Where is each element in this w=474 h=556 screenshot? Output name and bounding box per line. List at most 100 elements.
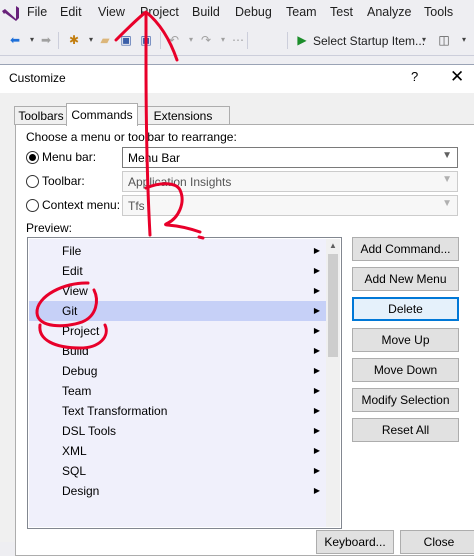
preview-item-view[interactable]: View ▶ (29, 281, 326, 301)
preview-item-edit[interactable]: Edit ▶ (29, 261, 326, 281)
preview-label: Preview: (26, 221, 73, 235)
menu-file[interactable]: File (27, 5, 47, 19)
dropdown-icon[interactable]: ▾ (456, 32, 472, 48)
menu-bar-combo[interactable]: Menu Bar ▼ (122, 147, 458, 168)
submenu-arrow-icon: ▶ (313, 486, 320, 495)
preview-item-file[interactable]: File ▶ (29, 241, 326, 261)
preview-item-sql[interactable]: SQL ▶ (29, 461, 326, 481)
scroll-up-icon[interactable]: ▲ (326, 239, 340, 253)
menu-bar-label: Menu bar: (42, 150, 97, 164)
menu-item-label: Text Transformation (62, 404, 168, 418)
dropdown-icon[interactable]: ▾ (215, 32, 231, 48)
chevron-down-icon: ▼ (442, 198, 452, 209)
preview-item-dsl-tools[interactable]: DSL Tools ▶ (29, 421, 326, 441)
preview-item-design[interactable]: Design ▶ (29, 481, 326, 501)
submenu-arrow-icon: ▶ (313, 366, 320, 375)
modify-selection-button[interactable]: Modify Selection (352, 388, 459, 412)
toolbar-separator (58, 32, 59, 49)
toolbar-separator (247, 32, 248, 49)
save-all-icon[interactable]: ▣ (138, 32, 154, 48)
preview-item-build[interactable]: Build ▶ (29, 341, 326, 361)
vs-toolbar: ⬅ ▾ ➡ ✱ ▾ ▰ ▣ ▣ ↶ ▾ ↷ ▾ ⋯ ▶ Select Start… (0, 27, 474, 56)
toolbar-value: Application Insights (128, 175, 232, 189)
menu-item-label: Design (62, 484, 100, 498)
submenu-arrow-icon: ▶ (313, 286, 320, 295)
preview-item-debug[interactable]: Debug ▶ (29, 361, 326, 381)
redo-icon[interactable]: ↷ (198, 32, 214, 48)
move-up-button[interactable]: Move Up (352, 328, 459, 352)
menu-item-label: Team (62, 384, 92, 398)
chevron-down-icon: ▼ (442, 174, 452, 185)
menu-build[interactable]: Build (192, 5, 220, 19)
submenu-arrow-icon: ▶ (313, 446, 320, 455)
tab-toolbars[interactable]: Toolbars (14, 106, 68, 125)
preview-item-team[interactable]: Team ▶ (29, 381, 326, 401)
toolbar-separator (160, 32, 161, 49)
menu-item-label: Build (62, 344, 89, 358)
preview-item-project[interactable]: Project ▶ (29, 321, 326, 341)
forward-arrow-icon[interactable]: ➡ (38, 32, 54, 48)
submenu-arrow-icon: ▶ (313, 346, 320, 355)
context-menu-value: Tfs (128, 199, 145, 213)
dropdown-icon[interactable]: ▾ (183, 32, 199, 48)
close-button[interactable]: Close (400, 530, 474, 554)
menu-bar-radio[interactable] (26, 151, 39, 164)
menu-bar-value: Menu Bar (128, 151, 181, 165)
submenu-arrow-icon: ▶ (313, 426, 320, 435)
visual-studio-logo-icon (2, 6, 19, 21)
toolbar-radio[interactable] (26, 175, 39, 188)
preview-item-xml[interactable]: XML ▶ (29, 441, 326, 461)
submenu-arrow-icon: ▶ (313, 266, 320, 275)
menu-edit[interactable]: Edit (60, 5, 82, 19)
delete-button[interactable]: Delete (352, 297, 459, 321)
new-project-icon[interactable]: ✱ (66, 32, 82, 48)
choose-label: Choose a menu or toolbar to rearrange: (26, 130, 237, 144)
tab-commands[interactable]: Commands (66, 103, 138, 126)
menu-item-label: Debug (62, 364, 98, 378)
toolbar-tool-icon[interactable]: ◫ (436, 32, 452, 48)
menu-view[interactable]: View (98, 5, 125, 19)
menu-team[interactable]: Team (286, 5, 317, 19)
menu-project[interactable]: Project (140, 5, 179, 19)
menu-debug[interactable]: Debug (235, 5, 272, 19)
preview-menu: File ▶ Edit ▶ View ▶ Git ▶ Project ▶ Build ▶ D… (29, 239, 326, 527)
preview-item-git[interactable]: Git ▶ (29, 301, 326, 321)
help-button[interactable]: ? (411, 69, 418, 84)
menu-item-label: Project (62, 324, 100, 338)
start-button[interactable]: Select Startup Item... (313, 34, 425, 48)
preview-list: File ▶ Edit ▶ View ▶ Git ▶ Project ▶ Build ▶ D… (27, 237, 342, 529)
submenu-arrow-icon: ▶ (313, 386, 320, 395)
play-icon[interactable]: ▶ (294, 32, 310, 48)
menu-tools[interactable]: Tools (424, 5, 453, 19)
open-folder-icon[interactable]: ▰ (97, 32, 113, 48)
dropdown-icon[interactable]: ▾ (416, 32, 432, 48)
menu-item-label: View (62, 284, 88, 298)
tab-extensions-menu[interactable]: Extensions Menu (136, 106, 230, 141)
menu-item-label: XML (62, 444, 87, 458)
menu-analyze[interactable]: Analyze (367, 5, 411, 19)
back-arrow-icon[interactable]: ⬅ (7, 32, 23, 48)
add-command-button[interactable]: Add Command... (352, 237, 459, 261)
submenu-arrow-icon: ▶ (313, 246, 320, 255)
preview-scrollbar[interactable]: ▲ (326, 239, 340, 527)
add-new-menu-button[interactable]: Add New Menu (352, 267, 459, 291)
close-icon[interactable]: ✕ (450, 67, 464, 87)
keyboard-button[interactable]: Keyboard... (316, 530, 394, 554)
preview-item-text-transformation[interactable]: Text Transformation ▶ (29, 401, 326, 421)
toolbar-combo[interactable]: Application Insights ▼ (122, 171, 458, 192)
submenu-arrow-icon: ▶ (313, 466, 320, 475)
dialog-title: Customize (9, 71, 66, 85)
scrollbar-thumb[interactable] (328, 254, 338, 357)
menu-test[interactable]: Test (330, 5, 353, 19)
move-down-button[interactable]: Move Down (352, 358, 459, 382)
undo-icon[interactable]: ↶ (166, 32, 182, 48)
menu-item-label: Git (62, 304, 78, 318)
submenu-arrow-icon: ▶ (313, 306, 320, 315)
overflow-icon[interactable]: ⋯ (230, 32, 246, 48)
context-menu-combo[interactable]: Tfs ▼ (122, 195, 458, 216)
reset-all-button[interactable]: Reset All (352, 418, 459, 442)
menu-item-label: SQL (62, 464, 87, 478)
save-icon[interactable]: ▣ (118, 32, 134, 48)
chevron-down-icon: ▼ (442, 150, 452, 161)
context-menu-radio[interactable] (26, 199, 39, 212)
